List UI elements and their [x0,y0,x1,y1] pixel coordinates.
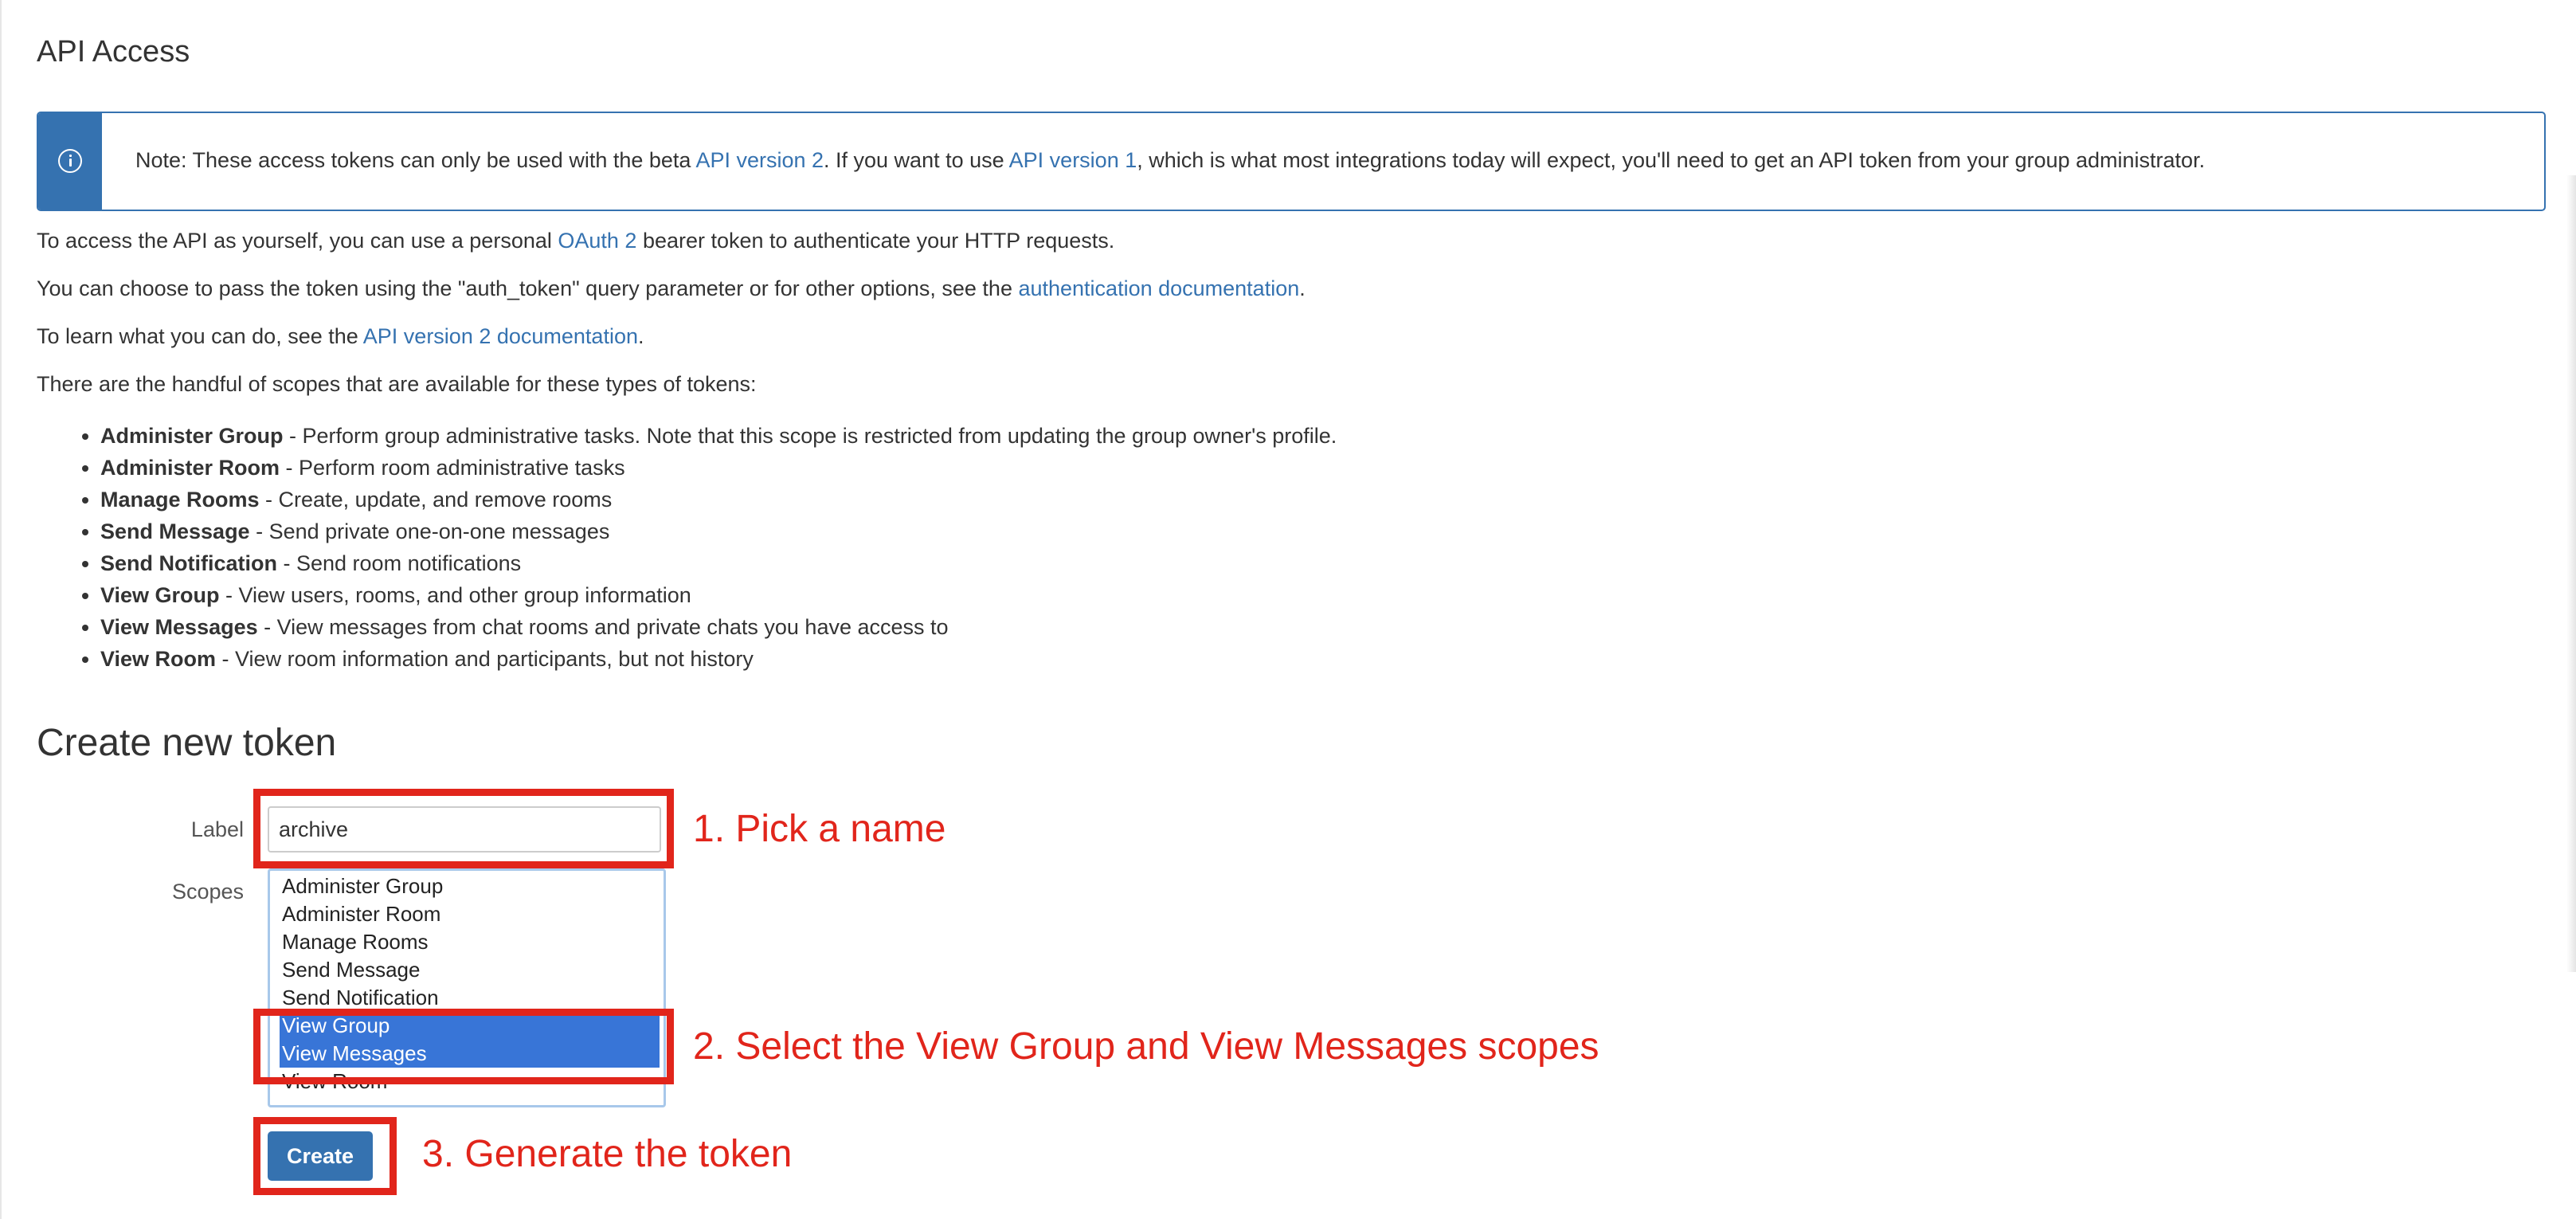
list-item: Send Message - Send private one-on-one m… [100,515,1337,547]
annotation-step-2: 2. Select the View Group and View Messag… [693,1025,1599,1068]
list-item: Send Notification - Send room notificati… [100,547,1337,579]
info-icon [58,149,82,173]
intro-oauth-paragraph: To access the API as yourself, you can u… [37,229,1115,253]
list-item: View Group - View users, rooms, and othe… [100,579,1337,611]
scope-option-send-notification[interactable]: Send Notification [280,984,660,1012]
scope-description-list: Administer Group - Perform group adminis… [37,420,1337,675]
list-item: View Room - View room information and pa… [100,643,1337,675]
list-item: Administer Group - Perform group adminis… [100,420,1337,452]
scope-option-send-message[interactable]: Send Message [280,956,660,984]
scopes-field-caption: Scopes [171,880,244,903]
annotation-step-1: 1. Pick a name [693,808,946,850]
scope-option-manage-rooms[interactable]: Manage Rooms [280,928,660,956]
scope-option-administer-room[interactable]: Administer Room [280,900,660,928]
scope-option-administer-group[interactable]: Administer Group [280,872,660,900]
left-divider [0,0,2,1219]
annotation-box-scopes [253,1009,674,1084]
authentication-documentation-link[interactable]: authentication documentation [1018,276,1299,300]
list-item: View Messages - View messages from chat … [100,611,1337,643]
right-edge-shadow [2566,175,2576,972]
annotation-box-create [253,1117,397,1195]
info-strip [38,113,102,210]
label-field-caption: Label [190,817,244,841]
list-item: Administer Room - Perform room administr… [100,452,1337,484]
annotation-box-name [253,789,674,868]
intro-docs-paragraph: To learn what you can do, see the API ve… [37,324,644,348]
annotation-step-3: 3. Generate the token [422,1133,793,1175]
info-message: Note: These access tokens can only be us… [37,112,2546,211]
page-title: API Access [37,35,190,69]
create-token-heading: Create new token [37,722,337,764]
api-v1-link[interactable]: API version 1 [1009,148,1137,172]
scopes-intro-paragraph: There are the handful of scopes that are… [37,372,757,396]
api-v2-link[interactable]: API version 2 [695,148,824,172]
list-item: Manage Rooms - Create, update, and remov… [100,484,1337,515]
info-message-text: Note: These access tokens can only be us… [135,148,2206,172]
intro-auth-token-paragraph: You can choose to pass the token using t… [37,276,1306,300]
api-v2-documentation-link[interactable]: API version 2 documentation [363,324,638,348]
oauth2-link[interactable]: OAuth 2 [558,229,636,253]
